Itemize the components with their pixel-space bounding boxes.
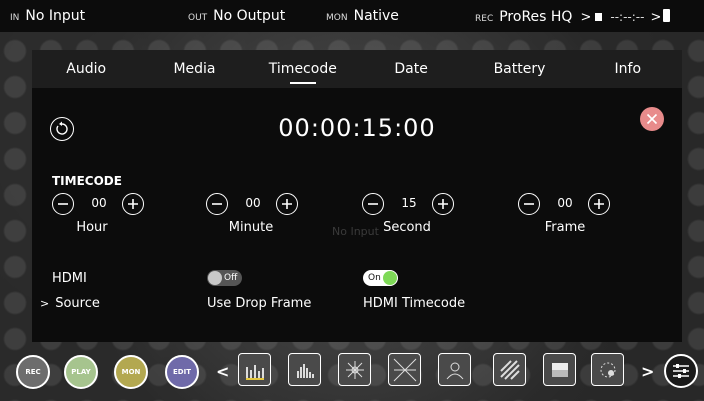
vectorscope-zoom-icon (393, 358, 416, 381)
toggle-knob (208, 271, 222, 285)
monitor-value: Native (353, 8, 399, 24)
minus-icon (524, 203, 534, 205)
chevron-right-icon: > (40, 297, 50, 310)
chevron-right-icon: > (650, 10, 662, 25)
settings-panel: Audio Media Timecode Date Battery Info 0… (32, 50, 682, 342)
minute-increment-button[interactable] (276, 193, 298, 215)
edit-label: EDIT (173, 368, 191, 376)
sliders-icon (673, 364, 689, 378)
minute-stepper: 00 (206, 193, 302, 217)
tab-audio[interactable]: Audio (32, 50, 140, 88)
record-tag: REC (475, 14, 494, 24)
hdmi-timecode-label: HDMI Timecode (363, 296, 466, 311)
minute-value: 00 (245, 196, 261, 210)
edit-button[interactable]: EDIT (165, 355, 199, 389)
record-media-icon (595, 13, 603, 21)
vectorscope-zoom-tool-button[interactable] (388, 353, 421, 386)
minute-label: Minute (228, 220, 274, 235)
focus-peaking-icon (446, 362, 463, 379)
monitor-tag: MON (326, 13, 348, 23)
frame-guides-tool-button[interactable] (591, 353, 624, 386)
minus-icon (368, 203, 378, 205)
output-status[interactable]: OUT No Output (188, 8, 285, 24)
focus-peaking-tool-button[interactable] (438, 353, 471, 386)
frame-guides-icon (600, 362, 615, 377)
histogram-icon (296, 363, 314, 378)
plus-icon (438, 199, 448, 209)
output-value: No Output (213, 8, 286, 24)
tab-date[interactable]: Date (357, 50, 465, 88)
mon-button[interactable]: MON (114, 355, 148, 389)
timecode-section-label: TIMECODE (52, 174, 122, 188)
second-increment-button[interactable] (432, 193, 454, 215)
rec-button[interactable]: REC (16, 355, 50, 389)
output-tag: OUT (188, 13, 208, 23)
plus-icon (282, 199, 292, 209)
chevron-right-icon: > (580, 10, 592, 25)
hour-value: 00 (91, 196, 107, 210)
play-label: PLAY (71, 368, 91, 376)
hour-stepper: 00 (52, 193, 148, 217)
source-label: Source (55, 296, 100, 311)
input-tag: IN (10, 13, 20, 23)
menu-button[interactable] (664, 354, 698, 388)
monitor-status[interactable]: MON Native (326, 8, 399, 24)
second-stepper: 15 (362, 193, 458, 217)
frame-stepper: 00 (518, 193, 614, 217)
tab-bar: Audio Media Timecode Date Battery Info (32, 50, 682, 88)
minus-icon (58, 203, 68, 205)
false-color-icon (551, 362, 568, 377)
waveform-icon (245, 364, 264, 380)
frame-value: 00 (557, 196, 573, 210)
second-value: 15 (401, 196, 417, 210)
no-input-watermark: No Input (332, 225, 379, 238)
close-button[interactable] (640, 107, 664, 131)
plus-icon (594, 199, 604, 209)
battery-icon (663, 9, 671, 22)
tab-info[interactable]: Info (574, 50, 682, 88)
toggle-knob (383, 271, 397, 285)
record-timecode: --:--:-- (610, 10, 645, 24)
chevron-left-icon[interactable]: < (216, 362, 229, 381)
drop-frame-toggle[interactable]: Off (207, 270, 242, 286)
hdmi-source-option[interactable]: > Source (40, 296, 100, 311)
timecode-display: 00:00:15:00 (278, 114, 436, 142)
status-bar: IN No Input OUT No Output MON Native REC… (0, 0, 704, 32)
rec-label: REC (25, 368, 41, 376)
second-decrement-button[interactable] (362, 193, 384, 215)
tab-battery[interactable]: Battery (465, 50, 573, 88)
hour-label: Hour (76, 220, 108, 235)
false-color-tool-button[interactable] (543, 353, 576, 386)
hour-increment-button[interactable] (122, 193, 144, 215)
close-icon (646, 113, 658, 125)
frame-label: Frame (544, 220, 586, 235)
waveform-tool-button[interactable] (238, 353, 271, 386)
drop-frame-state: Off (224, 273, 238, 283)
vectorscope-icon (345, 360, 364, 379)
frame-decrement-button[interactable] (518, 193, 540, 215)
mon-label: MON (121, 368, 141, 376)
record-status[interactable]: REC ProRes HQ > --:--:-- > (475, 8, 671, 25)
histogram-tool-button[interactable] (288, 353, 321, 386)
zebra-icon (499, 359, 520, 380)
drop-frame-label: Use Drop Frame (207, 296, 312, 311)
hour-decrement-button[interactable] (52, 193, 74, 215)
input-status[interactable]: IN No Input (10, 8, 85, 24)
frame-increment-button[interactable] (588, 193, 610, 215)
hdmi-timecode-state: On (368, 273, 381, 283)
input-value: No Input (25, 8, 86, 24)
hdmi-label: HDMI (52, 271, 87, 286)
chevron-right-icon[interactable]: > (641, 362, 654, 381)
plus-icon (128, 199, 138, 209)
zebra-tool-button[interactable] (493, 353, 526, 386)
play-button[interactable]: PLAY (64, 355, 98, 389)
vectorscope-tool-button[interactable] (338, 353, 371, 386)
minus-icon (212, 203, 222, 205)
minute-decrement-button[interactable] (206, 193, 228, 215)
record-format: ProRes HQ (499, 9, 573, 25)
tab-timecode[interactable]: Timecode (249, 50, 357, 88)
hdmi-timecode-toggle[interactable]: On (363, 270, 398, 286)
tab-media[interactable]: Media (140, 50, 248, 88)
